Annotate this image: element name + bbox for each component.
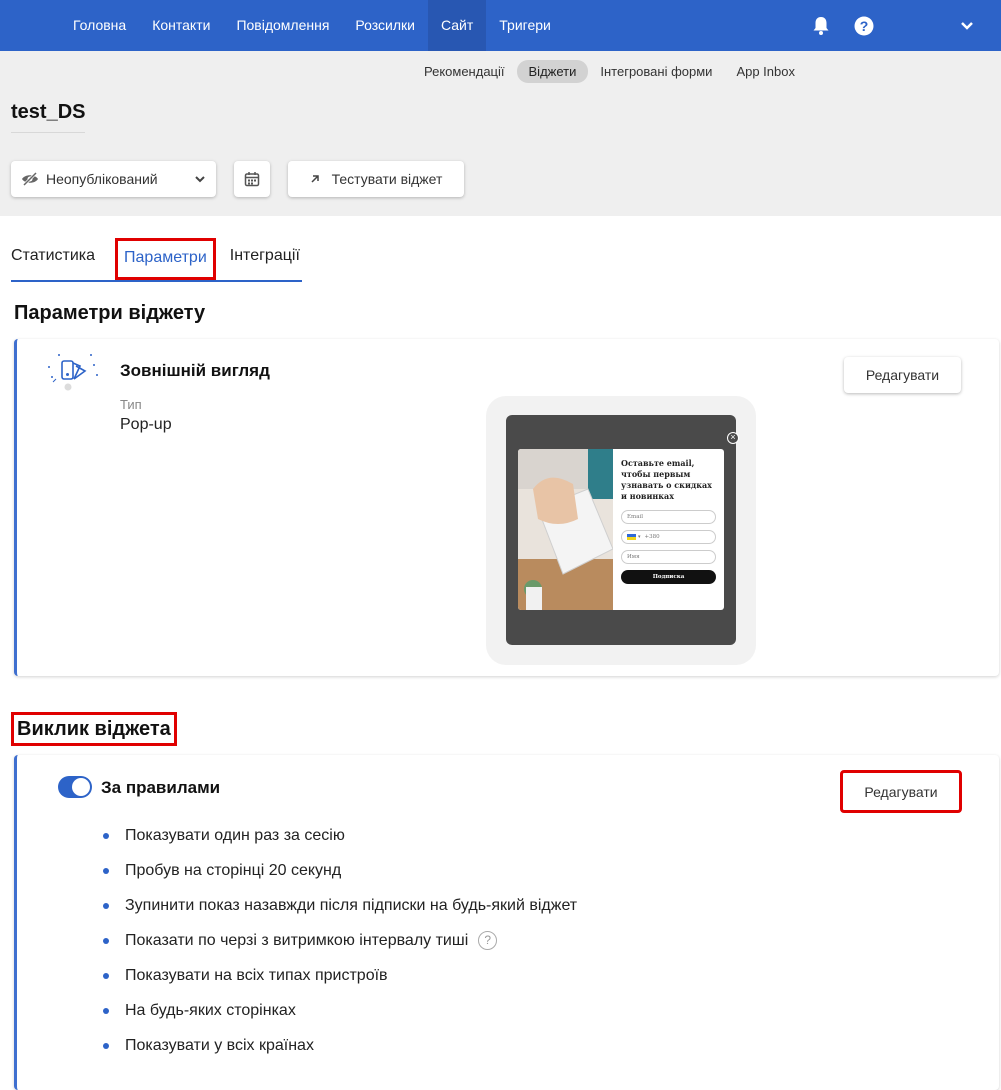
rule-text: Показати по черзі з витримкою інтервалу … <box>125 932 469 949</box>
edit-appearance-button[interactable]: Редагувати <box>844 357 961 393</box>
subnav-widgets[interactable]: Віджети <box>516 60 589 83</box>
type-label: Тип <box>120 397 142 412</box>
popup-form: Оставьте email, чтобы первым узнавать о … <box>621 458 716 584</box>
chevron-down-icon <box>195 176 205 183</box>
popup-name-field: Имя <box>621 550 716 564</box>
eye-off-icon <box>22 171 38 187</box>
rules-list: Показувати один раз за сесію Пробув на с… <box>103 826 577 1071</box>
list-item: Показати по черзі з витримкою інтервалу … <box>103 931 577 966</box>
nav-item-campaigns[interactable]: Розсилки <box>342 0 428 51</box>
svg-text:?: ? <box>860 18 869 34</box>
status-dropdown[interactable]: Неопублікований <box>11 161 216 197</box>
ukraine-flag-icon <box>627 534 636 540</box>
widget-preview: × Оставьте email, чтобы первым узнавать … <box>486 396 756 665</box>
tab-statistics[interactable]: Статистика <box>11 240 95 280</box>
popup-title: Оставьте email, чтобы первым узнавать о … <box>621 458 712 501</box>
toggle-knob <box>72 778 90 796</box>
rules-heading: За правилами <box>101 778 221 797</box>
edit-rules-button[interactable]: Редагувати <box>840 770 962 813</box>
arrow-up-right-icon <box>311 175 319 183</box>
nav-item-contacts[interactable]: Контакти <box>139 0 223 51</box>
sub-navigation: Рекомендації Віджети Інтегровані форми A… <box>412 60 807 83</box>
nav-item-messages[interactable]: Повідомлення <box>223 0 342 51</box>
chevron-down-icon[interactable] <box>955 0 979 51</box>
test-widget-button[interactable]: Тестувати віджет <box>288 161 464 197</box>
popup-image <box>518 449 613 610</box>
subnav-integrated-forms[interactable]: Інтегровані форми <box>588 60 724 83</box>
list-item: На будь-яких сторінках <box>103 1001 577 1036</box>
main-nav: Головна Контакти Повідомлення Розсилки С… <box>60 0 564 51</box>
rule-text: Показувати один раз за сесію <box>125 827 345 844</box>
help-icon[interactable]: ? <box>852 0 876 51</box>
list-item: Зупинити показ назавжди після підписки н… <box>103 896 577 931</box>
list-item: Пробув на сторінці 20 секунд <box>103 861 577 896</box>
appearance-icon <box>48 354 98 391</box>
nav-item-site[interactable]: Сайт <box>427 0 487 51</box>
question-icon[interactable]: ? <box>478 931 498 951</box>
tab-parameters[interactable]: Параметри <box>115 238 216 280</box>
rules-toggle[interactable] <box>58 776 92 798</box>
rule-text: Зупинити показ назавжди після підписки н… <box>125 897 578 914</box>
preview-screen: × Оставьте email, чтобы первым узнавать … <box>506 415 739 645</box>
calendar-icon <box>244 172 260 187</box>
tabs: Статистика Параметри Інтеграції <box>11 238 302 282</box>
subnav-recommendations[interactable]: Рекомендації <box>412 60 517 83</box>
rule-text: Показувати на всіх типах пристроїв <box>125 967 388 984</box>
schedule-button[interactable] <box>234 161 270 197</box>
popup-phone-field: ▾ +380 <box>621 530 716 544</box>
tab-integrations[interactable]: Інтеграції <box>230 240 300 280</box>
list-item: Показувати один раз за сесію <box>103 826 577 861</box>
type-value: Pop-up <box>120 416 172 433</box>
popup-preview: Оставьте email, чтобы первым узнавать о … <box>518 449 724 610</box>
top-navigation-bar: Головна Контакти Повідомлення Розсилки С… <box>0 0 1001 51</box>
appearance-heading: Зовнішній вигляд <box>120 361 270 380</box>
test-widget-label: Тестувати віджет <box>331 171 443 187</box>
popup-submit-button: Подписка <box>621 570 716 584</box>
list-item: Показувати на всіх типах пристроїв <box>103 966 577 1001</box>
popup-phone-placeholder: +380 <box>644 534 660 540</box>
nav-item-home[interactable]: Головна <box>60 0 139 51</box>
close-icon: × <box>727 432 739 444</box>
page-title: test_DS <box>11 101 86 133</box>
bell-icon[interactable] <box>809 0 833 51</box>
list-item: Показувати у всіх країнах <box>103 1036 577 1071</box>
appearance-card: Зовнішній вигляд Тип Pop-up Редагувати ×… <box>14 339 999 676</box>
trigger-rules-card: За правилами Редагувати Показувати один … <box>14 755 999 1090</box>
page-header: Рекомендації Віджети Інтегровані форми A… <box>0 51 1001 216</box>
rule-text: На будь-яких сторінках <box>125 1002 296 1019</box>
rule-text: Показувати у всіх країнах <box>125 1037 314 1054</box>
nav-item-triggers[interactable]: Тригери <box>486 0 564 51</box>
section-title-widget-params: Параметри віджету <box>14 302 206 324</box>
subnav-app-inbox[interactable]: App Inbox <box>724 60 807 83</box>
section-title-widget-trigger: Виклик віджета <box>11 712 177 746</box>
status-label: Неопублікований <box>46 171 158 187</box>
rule-text: Пробув на сторінці 20 секунд <box>125 862 342 879</box>
popup-email-field: Email <box>621 510 716 524</box>
